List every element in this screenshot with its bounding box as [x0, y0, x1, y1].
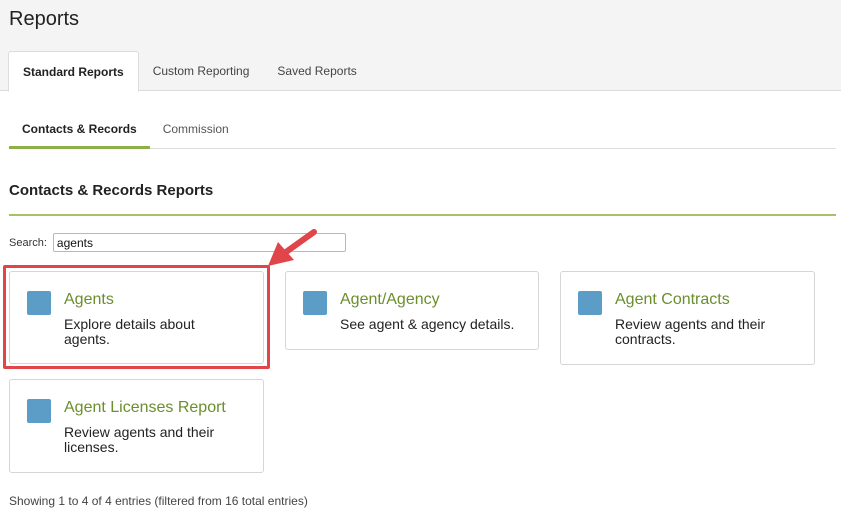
- report-card-agents[interactable]: Agents Explore details about agents.: [9, 271, 264, 364]
- page-title: Reports: [9, 8, 80, 30]
- top-tab-bar: Standard Reports Custom Reporting Saved …: [8, 51, 371, 92]
- report-card-agent-licenses[interactable]: Agent Licenses Report Review agents and …: [9, 379, 264, 473]
- card-title[interactable]: Agent/Agency: [340, 291, 440, 309]
- report-icon: [303, 291, 327, 315]
- card-description: Review agents and their licenses.: [64, 424, 215, 455]
- search-row: Search:: [9, 233, 346, 252]
- tab-custom-reporting[interactable]: Custom Reporting: [139, 51, 264, 91]
- section-divider: [9, 214, 836, 216]
- report-card-agent-agency[interactable]: Agent/Agency See agent & agency details.: [285, 271, 539, 350]
- search-label: Search:: [9, 236, 47, 249]
- tab-standard-reports[interactable]: Standard Reports: [8, 51, 139, 92]
- subtab-contacts-records[interactable]: Contacts & Records: [9, 110, 150, 149]
- report-icon: [578, 291, 602, 315]
- entries-info: Showing 1 to 4 of 4 entries (filtered fr…: [9, 494, 308, 508]
- card-description: Review agents and their contracts.: [615, 316, 766, 347]
- section-title: Contacts & Records Reports: [9, 182, 214, 199]
- report-card-agent-contracts[interactable]: Agent Contracts Review agents and their …: [560, 271, 815, 365]
- search-input[interactable]: [52, 233, 346, 252]
- card-title[interactable]: Agent Licenses Report: [64, 399, 226, 417]
- card-description: See agent & agency details.: [340, 316, 515, 332]
- card-description: Explore details about agents.: [64, 316, 195, 347]
- card-title[interactable]: Agent Contracts: [615, 291, 730, 309]
- report-icon: [27, 399, 51, 423]
- sub-tab-bar: Contacts & Records Commission: [9, 110, 836, 149]
- subtab-commission[interactable]: Commission: [150, 110, 242, 149]
- report-icon: [27, 291, 51, 315]
- card-title[interactable]: Agents: [64, 291, 114, 309]
- tab-saved-reports[interactable]: Saved Reports: [263, 51, 370, 91]
